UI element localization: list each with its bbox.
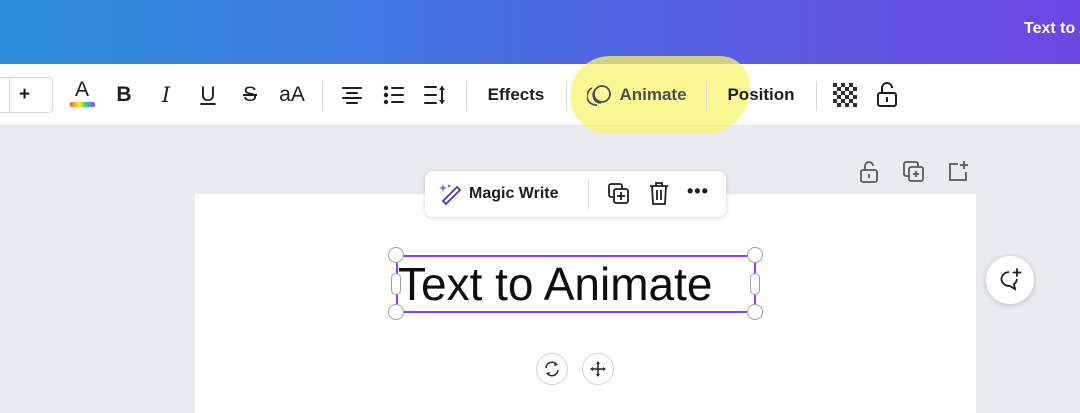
magic-write-icon (439, 184, 462, 206)
page-lock-button[interactable] (858, 158, 880, 186)
divider (816, 81, 817, 111)
unlock-icon (877, 82, 897, 107)
divider (566, 81, 567, 111)
context-toolbar: Magic Write ••• (425, 171, 726, 217)
add-page-icon (949, 161, 968, 181)
transparency-icon (833, 83, 857, 107)
animate-button[interactable]: Animate (582, 64, 692, 126)
align-center-icon (342, 87, 362, 104)
document-title[interactable]: Text to Animate (1024, 20, 1080, 38)
font-size-increase-button[interactable]: + (19, 84, 30, 106)
divider (322, 81, 323, 111)
text-color-icon: A (68, 78, 96, 112)
resize-handle-bottom-left[interactable] (388, 304, 404, 320)
add-page-button[interactable] (946, 158, 970, 186)
strikethrough-button[interactable]: S (236, 64, 264, 126)
add-comment-icon (1000, 268, 1022, 291)
alignment-button[interactable] (338, 64, 366, 126)
bullet-list-icon (383, 85, 404, 105)
resize-handle-bottom-right[interactable] (747, 304, 763, 320)
underline-button[interactable]: U (194, 64, 222, 126)
move-button[interactable] (582, 353, 614, 385)
top-header-bar: Text to Animate (0, 0, 1080, 64)
duplicate-page-button[interactable] (902, 158, 926, 186)
text-toolbar: + A B I U S aA Effects (0, 64, 1080, 126)
add-comment-button[interactable] (986, 256, 1034, 304)
lock-button[interactable] (872, 64, 902, 126)
divider (588, 179, 589, 209)
resize-handle-left[interactable] (391, 273, 401, 295)
list-button[interactable] (380, 64, 408, 126)
transparency-button[interactable] (830, 64, 860, 126)
font-size-stepper[interactable]: + (0, 77, 53, 113)
bold-button[interactable]: B (110, 64, 138, 126)
animate-icon (587, 85, 612, 106)
line-spacing-icon (424, 86, 445, 104)
spacing-button[interactable] (421, 64, 449, 126)
divider (466, 81, 467, 111)
effects-button[interactable]: Effects (480, 64, 552, 126)
more-options-button[interactable]: ••• (687, 181, 709, 202)
duplicate-icon[interactable] (607, 182, 631, 206)
rotate-icon (545, 361, 559, 377)
selection-box (396, 255, 756, 313)
text-color-button[interactable]: A (64, 64, 100, 126)
resize-handle-top-right[interactable] (747, 247, 763, 263)
rotate-button[interactable] (536, 353, 568, 385)
magic-write-button[interactable]: Magic Write (469, 185, 559, 203)
letter-case-button[interactable]: aA (274, 64, 310, 126)
resize-handle-top-left[interactable] (388, 247, 404, 263)
position-button[interactable]: Position (720, 64, 802, 126)
italic-button[interactable]: I (152, 64, 180, 126)
resize-handle-right[interactable] (750, 273, 760, 295)
divider (706, 81, 707, 111)
move-icon (590, 361, 606, 377)
trash-icon[interactable] (648, 181, 670, 207)
page-unlock-icon (860, 161, 878, 183)
duplicate-page-icon (903, 161, 924, 182)
